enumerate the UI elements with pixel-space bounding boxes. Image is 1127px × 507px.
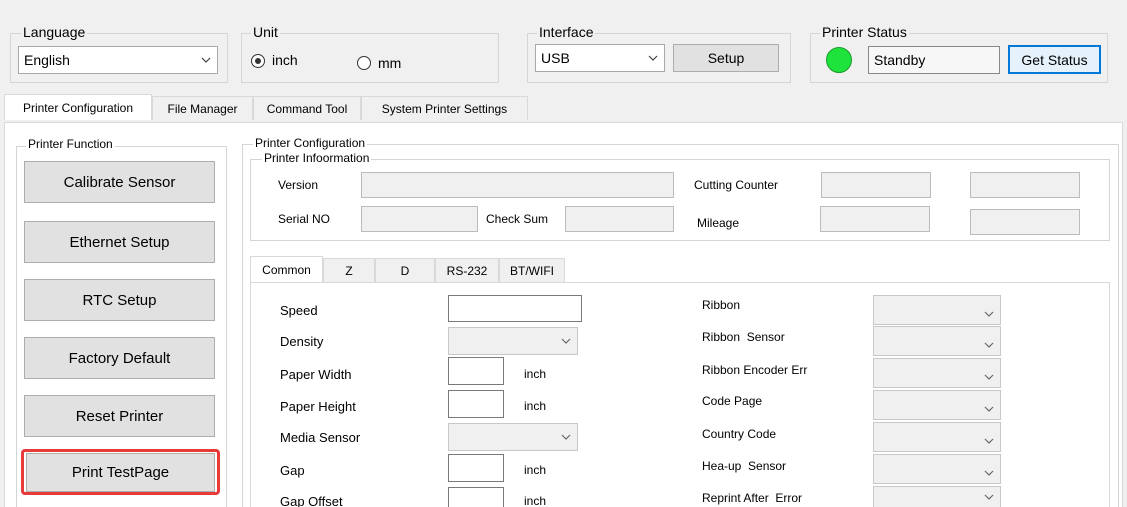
paper-height-unit: inch xyxy=(524,399,547,413)
unit-legend: Unit xyxy=(251,24,280,40)
cutting-counter-label: Cutting Counter xyxy=(694,178,779,192)
gap-label: Gap xyxy=(280,463,305,478)
mileage-field xyxy=(820,206,930,232)
status-indicator-icon xyxy=(826,47,852,73)
gap-offset-unit: inch xyxy=(524,494,547,507)
ribbon-select[interactable] xyxy=(873,295,1001,325)
unit-mm-label[interactable]: mm xyxy=(378,55,401,71)
version-field xyxy=(361,172,674,198)
cutting-counter-extra-field xyxy=(970,172,1080,198)
code-page-select[interactable] xyxy=(873,390,1001,420)
config-subtabs: Common Z D RS-232 BT/WIFI xyxy=(250,256,580,282)
media-sensor-label: Media Sensor xyxy=(280,430,361,445)
interface-legend: Interface xyxy=(537,24,596,40)
ribbon-label: Ribbon xyxy=(702,298,741,312)
chevron-down-icon xyxy=(978,366,1000,380)
head-up-sensor-select[interactable] xyxy=(873,454,1001,484)
country-code-select[interactable] xyxy=(873,422,1001,452)
chevron-down-icon xyxy=(978,430,1000,444)
paper-height-label: Paper Height xyxy=(280,399,356,414)
main-tabstrip: Printer Configuration File Manager Comma… xyxy=(4,94,534,122)
paper-width-unit: inch xyxy=(524,367,547,381)
chevron-down-icon xyxy=(555,434,577,440)
version-label: Version xyxy=(278,178,319,192)
gap-offset-label: Gap Offset xyxy=(280,494,343,507)
ribbon-sensor-label: Ribbon Sensor xyxy=(702,330,785,344)
checksum-label: Check Sum xyxy=(486,212,549,226)
tab-command-tool[interactable]: Command Tool xyxy=(253,96,361,120)
print-testpage-highlight xyxy=(21,449,220,495)
chevron-down-icon xyxy=(642,55,664,61)
paper-width-input[interactable] xyxy=(448,357,504,385)
interface-value: USB xyxy=(541,50,570,66)
printer-function-legend: Printer Function xyxy=(26,137,115,151)
reset-printer-button[interactable]: Reset Printer xyxy=(24,395,215,437)
gap-offset-input[interactable] xyxy=(448,487,504,507)
ribbon-sensor-select[interactable] xyxy=(873,326,1001,356)
mileage-label: Mileage xyxy=(697,216,740,230)
reprint-after-error-label: Reprint After Error xyxy=(702,491,803,505)
tab-file-manager[interactable]: File Manager xyxy=(152,96,253,120)
interface-select[interactable]: USB xyxy=(535,44,665,72)
language-legend: Language xyxy=(21,24,88,40)
tab-bt-wifi[interactable]: BT/WIFI xyxy=(499,258,565,282)
tab-printer-configuration[interactable]: Printer Configuration xyxy=(4,94,152,120)
chevron-down-icon xyxy=(978,398,1000,412)
rtc-setup-button[interactable]: RTC Setup xyxy=(24,279,215,321)
gap-unit: inch xyxy=(524,463,547,477)
language-value: English xyxy=(24,52,70,68)
paper-width-label: Paper Width xyxy=(280,367,352,382)
setup-button[interactable]: Setup xyxy=(673,44,779,72)
tab-d[interactable]: D xyxy=(375,258,435,282)
head-up-sensor-label: Hea-up Sensor xyxy=(702,459,787,473)
chevron-down-icon xyxy=(195,57,217,63)
chevron-down-icon xyxy=(978,303,1000,317)
tab-rs232[interactable]: RS-232 xyxy=(435,258,499,282)
language-select[interactable]: English xyxy=(18,46,218,74)
cutting-counter-field xyxy=(821,172,931,198)
chevron-down-icon xyxy=(978,494,1000,500)
status-value: Standby xyxy=(874,52,926,68)
speed-input[interactable] xyxy=(448,295,582,322)
unit-inch-radio[interactable] xyxy=(251,54,265,68)
density-select[interactable] xyxy=(448,327,578,355)
mileage-extra-field xyxy=(970,209,1080,235)
code-page-label: Code Page xyxy=(702,394,763,408)
serial-field xyxy=(361,206,478,232)
chevron-down-icon xyxy=(978,462,1000,476)
checksum-field xyxy=(565,206,674,232)
serial-label: Serial NO xyxy=(278,212,331,226)
tab-common[interactable]: Common xyxy=(250,256,323,282)
media-sensor-select[interactable] xyxy=(448,423,578,451)
reprint-after-error-select[interactable] xyxy=(873,486,1001,507)
ribbon-encoder-err-label: Ribbon Encoder Err xyxy=(702,363,808,377)
chevron-down-icon xyxy=(978,334,1000,348)
speed-label: Speed xyxy=(280,303,318,318)
calibrate-sensor-button[interactable]: Calibrate Sensor xyxy=(24,161,215,203)
printer-info-legend: Printer Infoormation xyxy=(262,151,372,165)
tab-z[interactable]: Z xyxy=(323,258,375,282)
unit-inch-label[interactable]: inch xyxy=(272,52,298,68)
factory-default-button[interactable]: Factory Default xyxy=(24,337,215,379)
gap-input[interactable] xyxy=(448,454,504,482)
unit-mm-radio[interactable] xyxy=(357,56,371,70)
printer-config-legend: Printer Configuration xyxy=(253,136,368,150)
country-code-label: Country Code xyxy=(702,427,777,441)
paper-height-input[interactable] xyxy=(448,390,504,418)
ethernet-setup-button[interactable]: Ethernet Setup xyxy=(24,221,215,263)
chevron-down-icon xyxy=(555,338,577,344)
status-legend: Printer Status xyxy=(820,24,909,40)
tab-system-printer-settings[interactable]: System Printer Settings xyxy=(361,96,528,120)
status-field: Standby xyxy=(868,46,1000,74)
density-label: Density xyxy=(280,334,324,349)
ribbon-encoder-err-select[interactable] xyxy=(873,358,1001,388)
get-status-button[interactable]: Get Status xyxy=(1008,45,1101,74)
